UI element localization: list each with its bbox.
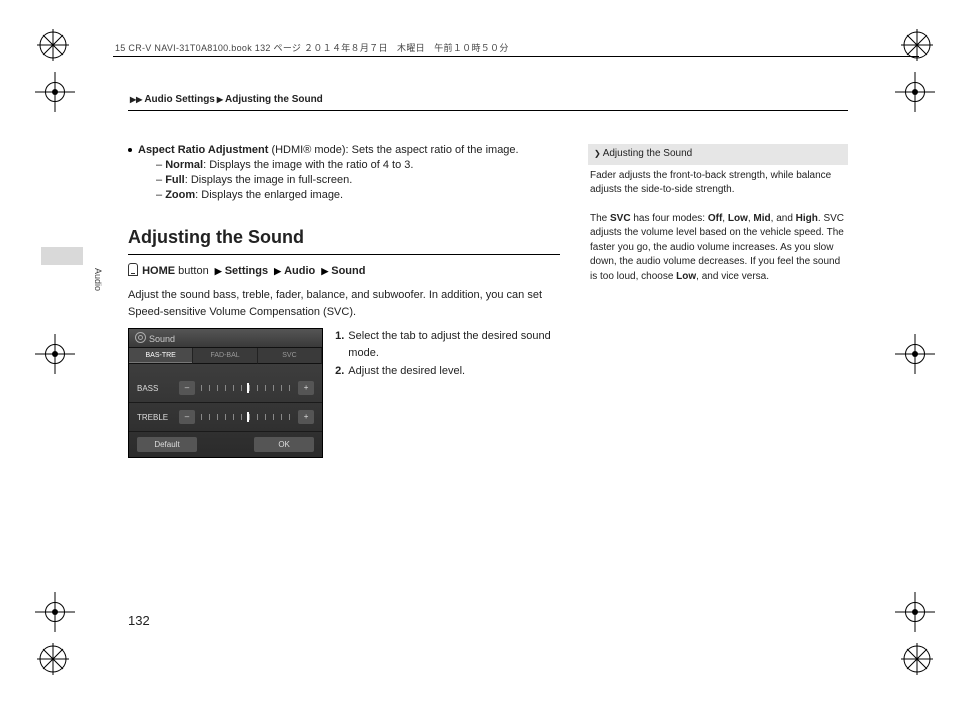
breadcrumb: ▶▶Audio Settings▶Adjusting the Sound [128, 94, 323, 105]
sub-item: Zoom: Displays the enlarged image. [156, 189, 560, 201]
sidebar-title-text: Adjusting the Sound [603, 148, 693, 159]
sidebar-bold: Mid [753, 213, 770, 224]
crop-mark-icon [36, 642, 70, 676]
triangle-icon: ▶ [217, 95, 223, 104]
crop-mark-icon [36, 28, 70, 62]
thumb-tab [41, 247, 83, 265]
sub-item-text: : Displays the enlarged image. [195, 189, 343, 201]
step-text: Adjust the desired level. [348, 363, 465, 380]
sidebar-paragraph: The SVC has four modes: Off, Low, Mid, a… [588, 208, 848, 295]
sidebar-title: ❯Adjusting the Sound [588, 144, 848, 165]
sidebar-bold: Low [728, 213, 748, 224]
triangle-icon: ▶ [321, 266, 328, 276]
item-text: (HDMI® mode): Sets the aspect ratio of t… [268, 144, 518, 156]
slider-treble: TREBLE – + [129, 403, 322, 432]
nav-step: Settings [225, 265, 268, 277]
bullet-item: Aspect Ratio Adjustment (HDMI® mode): Se… [128, 144, 560, 156]
page-number: 132 [128, 613, 150, 628]
gear-icon [135, 332, 146, 343]
side-tab-label: Audio [93, 268, 103, 291]
rule-breadcrumb [128, 110, 848, 111]
triangle-icon: ▶ [215, 266, 222, 276]
bullet-icon [128, 148, 132, 152]
step-number: 2. [335, 363, 344, 380]
section-heading: Adjusting the Sound [128, 227, 560, 248]
sub-item: Normal: Displays the image with the rati… [156, 159, 560, 171]
sidebar-text: has four modes: [631, 213, 708, 224]
nav-word: button [178, 265, 209, 277]
tab-svc[interactable]: SVC [258, 348, 322, 364]
registration-mark-icon [901, 598, 929, 626]
device-screenshot: Sound BAS-TRE FAD-BAL SVC BASS – + TREBL… [128, 328, 323, 458]
step-item: 2.Adjust the desired level. [335, 363, 560, 380]
step-number: 1. [335, 328, 344, 361]
triangle-icon: ▶▶ [130, 95, 142, 104]
ok-button[interactable]: OK [254, 437, 314, 452]
slider-thumb[interactable] [247, 383, 249, 393]
section-description: Adjust the sound bass, treble, fader, ba… [128, 287, 560, 320]
slider-track[interactable] [201, 413, 292, 421]
tab-bas-tre[interactable]: BAS-TRE [129, 348, 193, 364]
registration-mark-icon [901, 340, 929, 368]
sub-item-label: Zoom [165, 189, 195, 201]
sub-item: Full: Displays the image in full-screen. [156, 174, 560, 186]
sidebar-bold: High [796, 213, 818, 224]
plus-button[interactable]: + [298, 410, 314, 424]
step-item: 1.Select the tab to adjust the desired s… [335, 328, 560, 361]
minus-button[interactable]: – [179, 381, 195, 395]
sub-item-label: Full [165, 174, 185, 186]
slider-bass: BASS – + [129, 374, 322, 403]
item-label: Aspect Ratio Adjustment [138, 144, 268, 156]
sub-item-text: : Displays the image with the ratio of 4… [203, 159, 413, 171]
tab-fad-bal[interactable]: FAD-BAL [193, 348, 257, 364]
slider-label: BASS [137, 384, 179, 393]
sidebar-bold: Low [676, 271, 696, 282]
nav-home: HOME [142, 265, 175, 277]
triangle-icon: ▶ [274, 266, 281, 276]
slider-label: TREBLE [137, 413, 179, 422]
screen-title: Sound [129, 329, 322, 348]
breadcrumb-item: Adjusting the Sound [225, 94, 323, 105]
sub-item-label: Normal [165, 159, 203, 171]
sidebar-bold: SVC [610, 213, 631, 224]
sidebar-text: The [590, 213, 610, 224]
slider-thumb[interactable] [247, 412, 249, 422]
sidebar-text: , and vice versa. [696, 271, 769, 282]
screen-title-text: Sound [149, 334, 175, 344]
sub-item-text: : Displays the image in full-screen. [185, 174, 353, 186]
registration-mark-icon [901, 78, 929, 106]
rule-heading [128, 254, 560, 255]
registration-mark-icon [41, 78, 69, 106]
nav-step: Sound [331, 265, 365, 277]
breadcrumb-item: Audio Settings [144, 94, 215, 105]
rule-top [113, 56, 919, 57]
step-text: Select the tab to adjust the desired sou… [348, 328, 560, 361]
registration-mark-icon [41, 598, 69, 626]
nav-path: HOME button ▶Settings ▶Audio ▶Sound [128, 263, 560, 277]
sidebar-paragraph: Fader adjusts the front-to-back strength… [588, 165, 848, 208]
nav-step: Audio [284, 265, 315, 277]
sidebar-bold: Off [708, 213, 722, 224]
crop-mark-icon [900, 642, 934, 676]
default-button[interactable]: Default [137, 437, 197, 452]
plus-button[interactable]: + [298, 381, 314, 395]
file-header-line: 15 CR-V NAVI-31T0A8100.book 132 ページ ２０１４… [115, 41, 509, 54]
slider-track[interactable] [201, 384, 292, 392]
registration-mark-icon [41, 340, 69, 368]
chevron-icon: ❯ [594, 149, 601, 158]
minus-button[interactable]: – [179, 410, 195, 424]
home-icon [128, 263, 138, 276]
